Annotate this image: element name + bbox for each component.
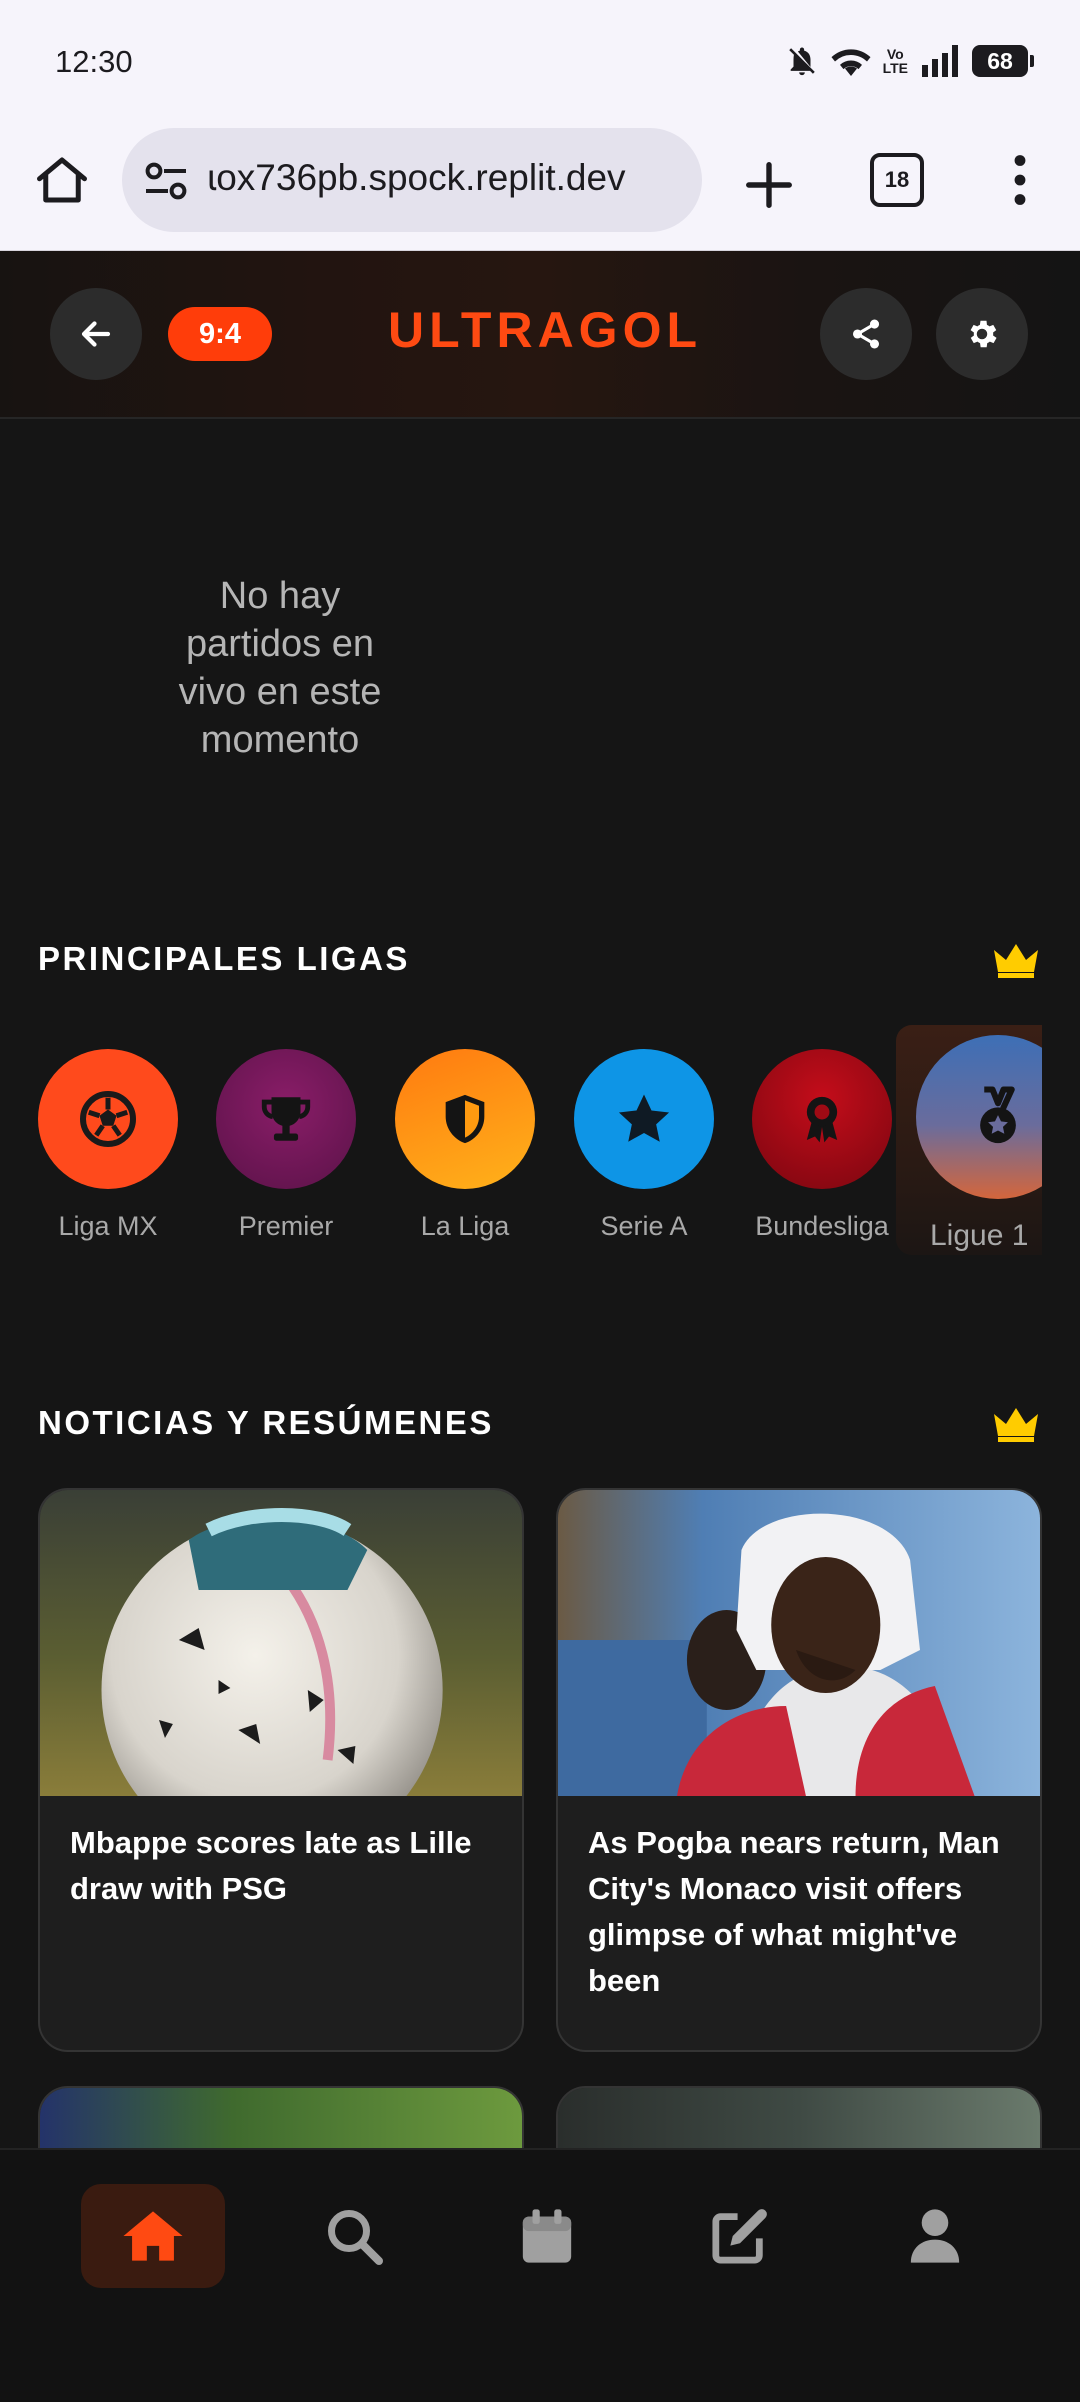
battery-level: 68 (987, 47, 1013, 74)
league-item-la-liga[interactable]: La Liga (395, 1049, 535, 1242)
gear-icon (970, 320, 997, 348)
league-badge (38, 1049, 178, 1189)
league-item-premier[interactable]: Premier (216, 1049, 356, 1242)
nav-profile[interactable] (863, 2184, 1007, 2288)
bell-off-icon (788, 47, 815, 76)
news-image-soccer-ball (40, 1490, 522, 1796)
status-time: 12:30 (55, 44, 133, 79)
signal-icon (922, 45, 958, 77)
shield-icon (445, 1094, 485, 1144)
edit-icon (712, 2209, 767, 2264)
league-item-ligue-1[interactable]: Ligue 1 (916, 1035, 1042, 1253)
league-name: Serie A (600, 1211, 688, 1241)
trophy-icon (261, 1097, 311, 1141)
bottom-navigation (0, 2148, 1080, 2402)
arrow-left-icon (81, 321, 111, 347)
wifi-icon (831, 49, 871, 76)
leagues-carousel[interactable]: Liga MX Premier La Liga Serie A Bundesli… (38, 1025, 1042, 1265)
crown-icon (994, 1408, 1038, 1442)
url-text[interactable]: ɩox736pb.spock.replit.dev (208, 157, 626, 199)
news-card[interactable]: Mbappe scores late as Lille draw with PS… (38, 1488, 524, 2052)
league-badge (752, 1049, 892, 1189)
more-vert-icon[interactable] (1005, 154, 1035, 206)
tab-count: 18 (884, 167, 910, 192)
status-bar: 12:30 Vo LTE 68 (0, 0, 1080, 124)
home-icon[interactable] (32, 150, 92, 210)
league-name: Bundesliga (755, 1211, 889, 1241)
league-item-serie-a[interactable]: Serie A (574, 1049, 714, 1242)
league-badge (216, 1049, 356, 1189)
news-title[interactable]: As Pogba nears return, Man City's Monaco… (588, 1820, 1014, 2004)
score-badge[interactable]: 9:4 (168, 307, 272, 361)
league-name: La Liga (420, 1211, 510, 1241)
league-name: Ligue 1 (930, 1219, 1029, 1252)
news-card[interactable]: As Pogba nears return, Man City's Monaco… (556, 1488, 1042, 2052)
news-title[interactable]: Mbappe scores late as Lille draw with PS… (70, 1820, 496, 1912)
nav-search[interactable] (282, 2184, 426, 2288)
no-live-matches-message: No hay partidos en vivo en este momento (178, 575, 382, 761)
league-badge (395, 1049, 535, 1189)
league-name: Premier (238, 1211, 334, 1241)
share-button[interactable] (820, 288, 912, 380)
leagues-section-title: PRINCIPALES LIGAS (38, 940, 410, 977)
news-image-player (558, 1490, 1040, 1796)
star-icon (618, 1094, 670, 1142)
nav-calendar[interactable] (475, 2184, 619, 2288)
battery-icon: 68 (972, 45, 1034, 77)
volte-bottom: LTE (882, 60, 908, 76)
tabs-button[interactable]: 18 (870, 153, 924, 207)
calendar-icon (522, 2209, 572, 2263)
volte-icon: Vo LTE (883, 47, 908, 75)
address-bar[interactable]: ɩox736pb.spock.replit.dev (122, 128, 702, 232)
app-title: ULTRAGOL (387, 302, 703, 358)
league-item-bundesliga[interactable]: Bundesliga (752, 1049, 892, 1242)
league-item-liga-mx[interactable]: Liga MX (38, 1049, 178, 1242)
news-section-title: NOTICIAS Y RESÚMENES (38, 1404, 494, 1441)
crown-icon (994, 944, 1038, 978)
league-name: Liga MX (58, 1211, 158, 1241)
nav-edit[interactable] (668, 2184, 812, 2288)
league-badge (916, 1035, 1042, 1199)
status-icons: Vo LTE 68 (785, 42, 1034, 80)
home-icon (123, 2211, 183, 2261)
nav-home[interactable] (81, 2184, 225, 2288)
league-badge (574, 1049, 714, 1189)
plus-icon[interactable] (742, 158, 796, 212)
medal-icon (980, 1086, 1016, 1144)
app-header: 9:4 ULTRAGOL (0, 251, 1080, 419)
site-settings-icon[interactable] (144, 161, 188, 201)
back-button[interactable] (50, 288, 142, 380)
user-icon (910, 2209, 960, 2263)
soccer-ball-icon (80, 1091, 136, 1147)
search-icon (328, 2210, 383, 2265)
browser-toolbar: ɩox736pb.spock.replit.dev 18 (0, 124, 1080, 252)
volte-top: Vo (886, 46, 904, 62)
share-icon (852, 319, 880, 349)
award-icon (806, 1096, 838, 1143)
settings-button[interactable] (936, 288, 1028, 380)
